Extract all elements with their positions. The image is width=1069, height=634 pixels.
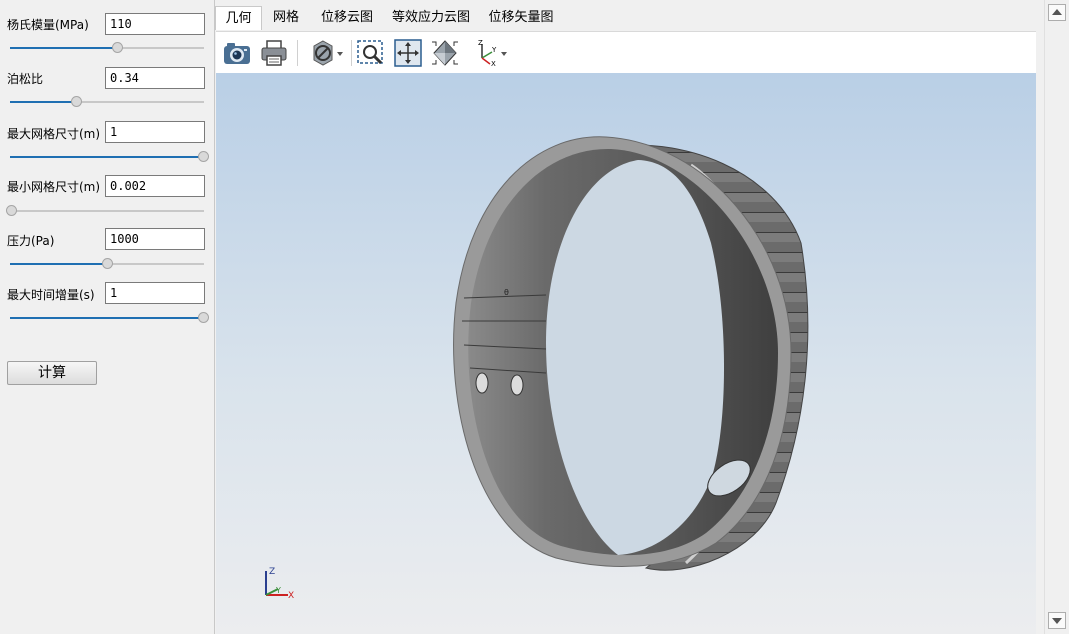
- tab-displacement-contour[interactable]: 位移云图: [313, 6, 381, 30]
- svg-text:Y: Y: [491, 46, 497, 54]
- poisson-ratio-input[interactable]: 0.34: [105, 67, 205, 89]
- pressure-label: 压力(Pa): [7, 234, 55, 248]
- slider-thumb[interactable]: [112, 42, 123, 53]
- tab-geometry[interactable]: 几何: [215, 6, 262, 30]
- parameter-panel: 杨氏模量(MPa) 110 泊松比 0.34 最大网格尺寸(m) 1 最小网格尺…: [0, 0, 214, 634]
- max-time-increment-slider[interactable]: [10, 312, 209, 324]
- zoom-box-icon[interactable]: [356, 38, 386, 68]
- min-mesh-size-slider[interactable]: [6, 205, 204, 217]
- max-mesh-size-label: 最大网格尺寸(m): [7, 127, 101, 141]
- view-style-icon[interactable]: [308, 38, 346, 68]
- min-mesh-size-input[interactable]: 0.002: [105, 175, 205, 197]
- youngs-modulus-label: 杨氏模量(MPa): [7, 18, 89, 32]
- vertical-scrollbar[interactable]: [1044, 0, 1069, 634]
- slider-thumb[interactable]: [6, 205, 17, 216]
- triad-z-label: Z: [269, 567, 275, 577]
- poisson-ratio-label: 泊松比: [7, 72, 44, 86]
- scroll-up-button[interactable]: [1048, 4, 1066, 21]
- scroll-down-button[interactable]: [1048, 612, 1066, 629]
- svg-text:X: X: [491, 60, 496, 68]
- slider-thumb[interactable]: [102, 258, 113, 269]
- triad-x-label: X: [288, 591, 294, 601]
- view-cube-icon[interactable]: [430, 38, 460, 68]
- camera-icon[interactable]: [222, 38, 252, 68]
- slider-thumb[interactable]: [71, 96, 82, 107]
- youngs-modulus-slider[interactable]: [10, 42, 204, 54]
- tab-mesh[interactable]: 网格: [263, 6, 309, 30]
- tab-bar: 几何 网格 位移云图 等效应力云图 位移矢量图: [215, 6, 1037, 31]
- max-mesh-size-slider[interactable]: [10, 151, 209, 163]
- poisson-ratio-slider[interactable]: [10, 96, 204, 108]
- svg-text:Z: Z: [478, 39, 483, 47]
- pressure-input[interactable]: 1000: [105, 228, 205, 250]
- max-time-increment-label: 最大时间增量(s): [7, 288, 95, 302]
- pressure-slider[interactable]: [10, 258, 204, 270]
- 3d-viewport[interactable]: θ Z Y X: [216, 73, 1036, 634]
- calculate-button[interactable]: 计算: [7, 361, 97, 385]
- slider-thumb[interactable]: [198, 151, 209, 162]
- axis-triad: Z Y X: [265, 567, 294, 601]
- ring-model: θ: [453, 136, 809, 571]
- svg-text:θ: θ: [504, 288, 509, 297]
- youngs-modulus-input[interactable]: 110: [105, 13, 205, 35]
- axes-orientation-icon[interactable]: ZYX: [474, 38, 510, 68]
- tab-von-mises-contour[interactable]: 等效应力云图: [385, 6, 477, 30]
- min-mesh-size-label: 最小网格尺寸(m): [7, 180, 101, 194]
- fit-all-icon[interactable]: [393, 38, 423, 68]
- print-icon[interactable]: [259, 38, 289, 68]
- max-mesh-size-input[interactable]: 1: [105, 121, 205, 143]
- tab-displacement-vector[interactable]: 位移矢量图: [481, 6, 561, 30]
- main-area: 几何 网格 位移云图 等效应力云图 位移矢量图 ZYX θ Z Y X: [214, 0, 1037, 634]
- max-time-increment-input[interactable]: 1: [105, 282, 205, 304]
- triad-y-label: Y: [275, 586, 281, 595]
- slider-thumb[interactable]: [198, 312, 209, 323]
- view-toolbar: ZYX: [216, 31, 1036, 73]
